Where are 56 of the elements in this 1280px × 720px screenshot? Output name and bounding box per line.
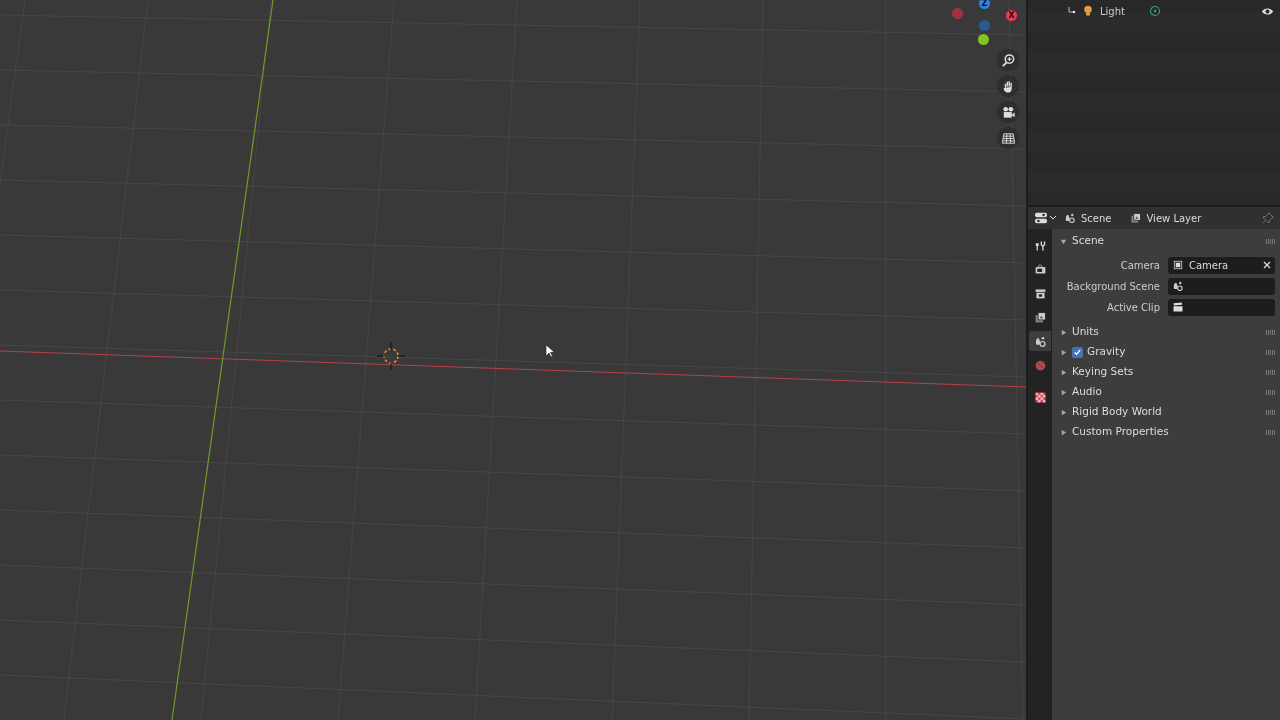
drag-handle-icon[interactable] bbox=[1266, 349, 1276, 355]
expand-arrow-icon[interactable] bbox=[1060, 408, 1068, 416]
camera-field[interactable]: Camera bbox=[1168, 256, 1275, 274]
expand-arrow-icon[interactable] bbox=[1060, 348, 1068, 356]
light-bulb-icon bbox=[1082, 5, 1094, 17]
drag-handle-icon[interactable] bbox=[1266, 369, 1276, 375]
light-data-icon[interactable] bbox=[1148, 5, 1161, 17]
camera-icon[interactable] bbox=[997, 101, 1019, 123]
mouse-cursor-icon bbox=[545, 344, 555, 358]
panel-title[interactable]: Gravity bbox=[1087, 344, 1126, 360]
field-label: Background Scene bbox=[1065, 279, 1160, 294]
collapse-arrow-icon[interactable] bbox=[1060, 237, 1068, 245]
panel-title[interactable]: Units bbox=[1072, 324, 1099, 340]
viewlayer-icon[interactable] bbox=[1033, 310, 1047, 324]
gravity-checkbox[interactable] bbox=[1072, 346, 1083, 358]
drag-handle-icon[interactable] bbox=[1266, 409, 1276, 415]
expand-arrow-icon[interactable] bbox=[1060, 368, 1068, 376]
pin-icon[interactable] bbox=[1262, 212, 1274, 224]
hand-icon[interactable] bbox=[997, 75, 1019, 97]
layers-icon bbox=[1129, 212, 1142, 224]
axis-label: Z bbox=[979, 0, 990, 9]
panel-title[interactable]: Custom Properties bbox=[1072, 424, 1169, 440]
outliner-item-name[interactable]: Light bbox=[1100, 3, 1125, 19]
panel-title[interactable]: Rigid Body World bbox=[1072, 404, 1162, 420]
output-icon[interactable] bbox=[1033, 286, 1047, 300]
scene-field[interactable] bbox=[1168, 277, 1275, 295]
expand-arrow-icon[interactable] bbox=[1060, 428, 1068, 436]
drag-handle-icon[interactable] bbox=[1266, 389, 1276, 395]
panel-title[interactable]: Keying Sets bbox=[1072, 364, 1134, 380]
zoom-icon[interactable] bbox=[997, 49, 1019, 71]
expand-arrow-icon[interactable] bbox=[1060, 328, 1068, 336]
grid-icon[interactable] bbox=[997, 127, 1019, 149]
panel-title[interactable]: Audio bbox=[1072, 384, 1102, 400]
render-icon[interactable] bbox=[1033, 262, 1047, 276]
clapperboard-icon bbox=[1172, 301, 1184, 313]
camera-object-icon bbox=[1172, 259, 1184, 271]
view-layer-breadcrumb[interactable]: View Layer bbox=[1129, 210, 1202, 226]
drag-handle-icon[interactable] bbox=[1266, 238, 1276, 244]
scene-breadcrumb[interactable]: Scene bbox=[1064, 210, 1112, 226]
tool-icon[interactable] bbox=[1033, 238, 1047, 252]
close-icon[interactable] bbox=[1263, 261, 1271, 269]
3d-cursor-icon bbox=[376, 341, 406, 371]
editor-type-icon[interactable] bbox=[1034, 212, 1056, 224]
axis-label: X bbox=[1006, 10, 1017, 21]
tree-branch-icon bbox=[1068, 7, 1076, 15]
world-icon[interactable] bbox=[1033, 358, 1047, 372]
drag-handle-icon[interactable] bbox=[1266, 429, 1276, 435]
texture-icon[interactable] bbox=[1033, 390, 1047, 404]
field-label: Active Clip bbox=[1106, 300, 1160, 315]
field-label: Camera bbox=[1119, 258, 1160, 273]
scene-icon bbox=[1172, 280, 1184, 292]
panel-title[interactable]: Scene bbox=[1072, 233, 1104, 249]
scene-icon bbox=[1064, 212, 1076, 224]
clip-field[interactable] bbox=[1168, 298, 1275, 316]
drag-handle-icon[interactable] bbox=[1266, 329, 1276, 335]
expand-arrow-icon[interactable] bbox=[1060, 388, 1068, 396]
